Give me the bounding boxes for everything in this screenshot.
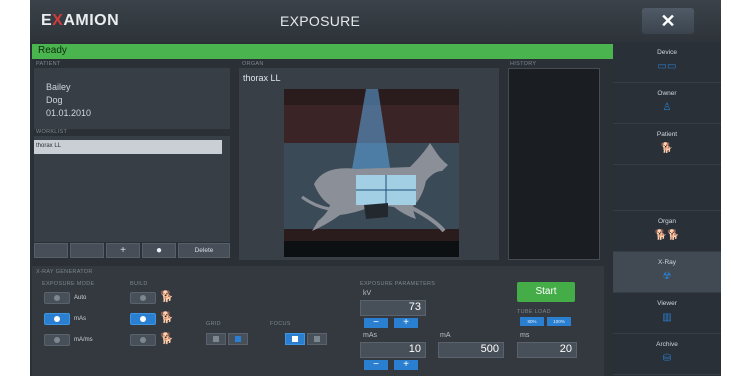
archive-icon: ⛁ xyxy=(662,353,672,364)
ms-label: ms xyxy=(520,332,530,339)
exposure-parameters-label: EXPOSURE PARAMETERS xyxy=(360,281,436,287)
mode-auto-toggle[interactable] xyxy=(44,292,70,304)
owner-icon: ♙ xyxy=(662,102,672,113)
workflow-sidebar: Device ▭▭ Owner ♙ Patient 🐕 Organ 🐕🐕 X-R… xyxy=(613,42,721,376)
patient-date: 01.01.2010 xyxy=(46,108,92,118)
xray-icon: ☢ xyxy=(662,271,672,282)
sidebar-item-label: Device xyxy=(657,49,677,56)
kv-minus-button[interactable]: − xyxy=(364,318,388,328)
ma-value[interactable]: 500 xyxy=(438,342,504,358)
exposure-window: EXAMION EXPOSURE ✕ Ready PATIENT Bailey … xyxy=(30,0,721,376)
mas-value[interactable]: 10 xyxy=(360,342,426,358)
header-bar: EXAMION EXPOSURE ✕ xyxy=(30,0,721,42)
mode-mams-label: mA/ms xyxy=(74,337,93,343)
sidebar-item-label: Archive xyxy=(656,341,678,348)
build-medium-toggle[interactable] xyxy=(130,313,156,325)
dog-large-icon: 🐕 xyxy=(160,333,174,345)
grid-label: GRID xyxy=(206,321,221,327)
mode-mams-toggle[interactable] xyxy=(44,334,70,346)
tube-load-100-button[interactable]: 100% xyxy=(547,317,571,326)
organ-name: thorax LL xyxy=(243,73,281,83)
plus-icon: + xyxy=(120,245,126,256)
kv-plus-button[interactable]: + xyxy=(394,318,418,328)
history-section-label: HISTORY xyxy=(510,61,537,67)
build-label: BUILD xyxy=(130,281,148,287)
focus-label: FOCUS xyxy=(270,321,291,327)
record-icon: ● xyxy=(155,245,163,256)
status-bar: Ready xyxy=(32,44,612,59)
organ-icon: 🐕🐕 xyxy=(654,230,680,241)
sidebar-item-organ[interactable]: Organ 🐕🐕 xyxy=(613,211,721,252)
worklist-add-button[interactable]: + xyxy=(106,243,140,258)
patient-species: Dog xyxy=(46,95,63,105)
build-small-toggle[interactable] xyxy=(130,292,156,304)
worklist-blank-button-2[interactable] xyxy=(70,243,104,258)
tube-load-80-button[interactable]: 80% xyxy=(520,317,544,326)
sidebar-item-viewer[interactable]: Viewer ▥ xyxy=(613,293,721,334)
ms-value[interactable]: 20 xyxy=(517,342,577,358)
mode-mas-label: mAs xyxy=(74,316,86,322)
close-button[interactable]: ✕ xyxy=(642,8,694,34)
worklist-item[interactable]: thorax LL xyxy=(34,140,222,154)
sidebar-item-label: Owner xyxy=(657,90,677,97)
sidebar-item-device[interactable]: Device ▭▭ xyxy=(613,42,721,83)
sidebar-item-patient[interactable]: Patient 🐕 xyxy=(613,124,721,165)
patient-panel: Bailey Dog 01.01.2010 xyxy=(34,68,230,129)
grid-on-button[interactable] xyxy=(228,333,248,345)
worklist-section-label: WORKLIST xyxy=(36,129,68,135)
kv-label: kV xyxy=(363,290,372,297)
build-large-toggle[interactable] xyxy=(130,334,156,346)
organ-positioning-image xyxy=(284,89,459,257)
start-button[interactable]: Start xyxy=(517,282,575,302)
sidebar-item-label: Viewer xyxy=(657,300,677,307)
exposure-mode-label: EXPOSURE MODE xyxy=(42,281,95,287)
device-icon: ▭▭ xyxy=(657,61,677,72)
focus-large-button[interactable] xyxy=(285,333,305,345)
worklist-item-label: thorax LL xyxy=(36,143,62,149)
page-title: EXPOSURE xyxy=(280,13,361,29)
kv-value[interactable]: 73 xyxy=(360,300,426,316)
tube-load-label: TUBE LOAD xyxy=(517,309,551,315)
sidebar-item-label: X-Ray xyxy=(657,259,677,266)
patient-dog-icon: 🐕 xyxy=(660,143,674,154)
dog-medium-icon: 🐕 xyxy=(160,312,174,324)
sidebar-item-label: Organ xyxy=(657,218,677,225)
status-text: Ready xyxy=(38,45,67,56)
focus-small-button[interactable] xyxy=(307,333,327,345)
mode-auto-label: Auto xyxy=(74,295,87,301)
viewer-icon: ▥ xyxy=(662,312,672,323)
xray-section-label: X-RAY GENERATOR xyxy=(36,269,93,275)
sidebar-item-archive[interactable]: Archive ⛁ xyxy=(613,334,721,375)
patient-name: Bailey xyxy=(46,82,71,92)
examion-logo: EXAMION xyxy=(41,12,120,29)
history-panel xyxy=(508,68,600,260)
dog-xray-illustration xyxy=(284,89,459,257)
mode-mas-toggle[interactable] xyxy=(44,313,70,325)
sidebar-item-label: Patient xyxy=(656,131,678,138)
mas-plus-button[interactable]: + xyxy=(394,360,418,370)
sidebar-item-xray[interactable]: X-Ray ☢ xyxy=(613,252,721,293)
worklist-delete-button[interactable]: Delete xyxy=(178,243,230,258)
sidebar-spacer xyxy=(613,165,721,211)
close-icon: ✕ xyxy=(660,11,676,31)
mas-label: mAs xyxy=(363,332,377,339)
sidebar-item-owner[interactable]: Owner ♙ xyxy=(613,83,721,124)
ma-label: mA xyxy=(440,332,451,339)
worklist-record-button[interactable]: ● xyxy=(142,243,176,258)
mas-minus-button[interactable]: − xyxy=(364,360,388,370)
grid-off-button[interactable] xyxy=(206,333,226,345)
patient-section-label: PATIENT xyxy=(36,61,61,67)
worklist-blank-button-1[interactable] xyxy=(34,243,68,258)
dog-small-icon: 🐕 xyxy=(160,291,174,303)
organ-section-label: ORGAN xyxy=(242,61,264,67)
